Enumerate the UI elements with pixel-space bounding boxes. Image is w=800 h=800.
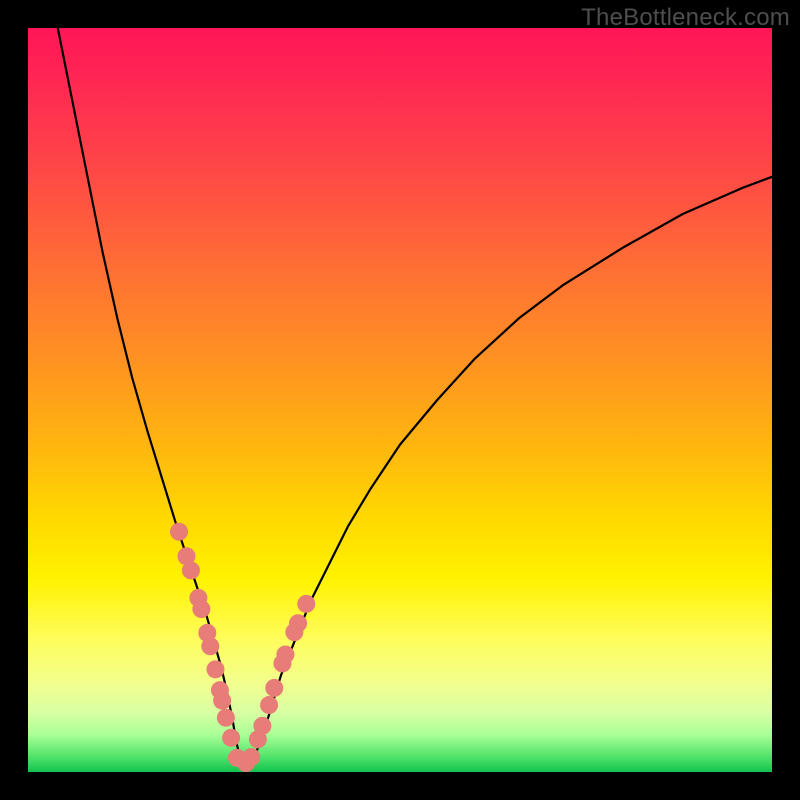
marker-dot [276, 645, 294, 663]
marker-dot [222, 729, 240, 747]
marker-dot [242, 748, 260, 766]
chart-svg [28, 28, 772, 772]
marker-dot [206, 660, 224, 678]
marker-dot [260, 696, 278, 714]
curve-markers [170, 523, 315, 772]
marker-dot [265, 679, 283, 697]
marker-dot [253, 717, 271, 735]
marker-dot [289, 614, 307, 632]
marker-dot [182, 561, 200, 579]
marker-dot [213, 692, 231, 710]
marker-dot [192, 600, 210, 618]
marker-dot [297, 595, 315, 613]
watermark-text: TheBottleneck.com [581, 4, 790, 32]
chart-plot-area [28, 28, 772, 772]
marker-dot [201, 637, 219, 655]
marker-dot [170, 523, 188, 541]
bottleneck-curve [58, 28, 772, 765]
chart-frame: TheBottleneck.com [0, 0, 800, 800]
marker-dot [217, 709, 235, 727]
